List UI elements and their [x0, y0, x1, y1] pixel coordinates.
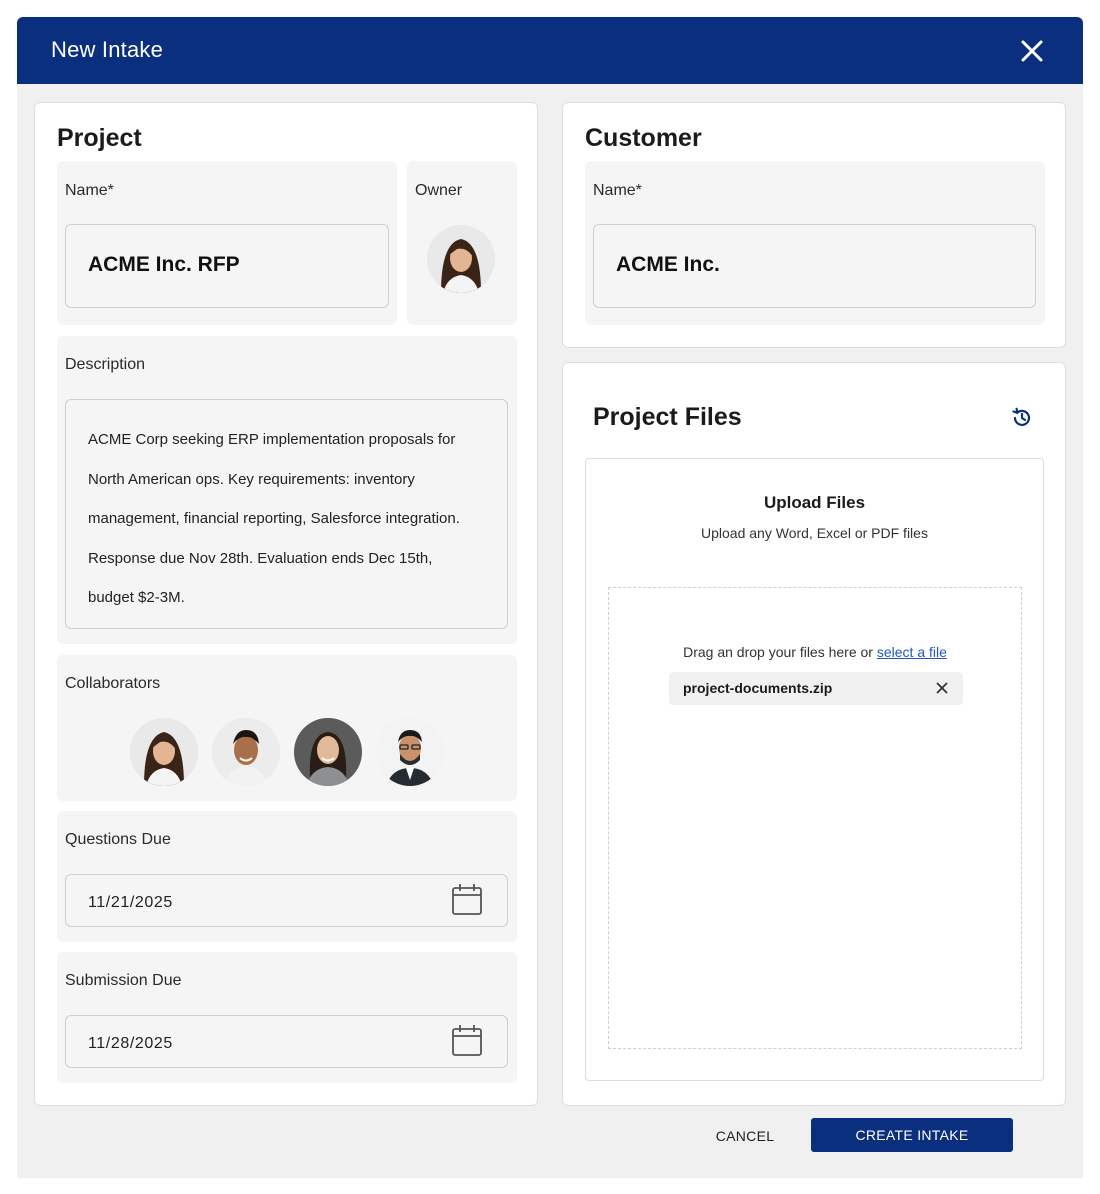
- create-intake-button[interactable]: CREATE INTAKE: [811, 1118, 1013, 1152]
- close-icon[interactable]: [1019, 38, 1045, 64]
- history-icon[interactable]: [1011, 407, 1033, 429]
- questions-due-input[interactable]: 11/21/2025: [65, 874, 508, 927]
- description-line: Response due Nov 28th. Evaluation ends D…: [88, 549, 433, 567]
- project-card: Project Name* ACME Inc. RFP Owner Descri…: [34, 102, 538, 1106]
- upload-box: Upload Files Upload any Word, Excel or P…: [585, 458, 1044, 1081]
- questions-due-label: Questions Due: [65, 831, 171, 848]
- drop-instructions: Drag an drop your files here or select a…: [609, 644, 1021, 660]
- modal-title: New Intake: [51, 37, 164, 62]
- project-name-input[interactable]: ACME Inc. RFP: [65, 224, 389, 308]
- project-files-title: Project Files: [593, 403, 742, 431]
- customer-name-value: ACME Inc.: [616, 253, 720, 276]
- customer-name-field: Name* ACME Inc.: [585, 161, 1045, 325]
- collaborator-avatar-3[interactable]: [294, 718, 362, 786]
- submission-due-value: 11/28/2025: [88, 1035, 173, 1052]
- upload-title: Upload Files: [763, 493, 866, 512]
- submission-due-field: Submission Due 11/28/2025: [57, 952, 517, 1083]
- customer-name-input[interactable]: ACME Inc.: [593, 224, 1036, 308]
- description-field: Description ACME Corp seeking ERP implem…: [57, 336, 517, 644]
- questions-due-value: 11/21/2025: [88, 894, 173, 911]
- file-name: project-documents.zip: [683, 680, 833, 696]
- drop-zone[interactable]: Drag an drop your files here or select a…: [608, 587, 1022, 1049]
- owner-label: Owner: [415, 182, 463, 199]
- submission-due-input[interactable]: 11/28/2025: [65, 1015, 508, 1068]
- cancel-button[interactable]: CANCEL: [697, 1119, 793, 1153]
- questions-due-field: Questions Due 11/21/2025: [57, 811, 517, 942]
- calendar-icon[interactable]: [451, 883, 483, 917]
- project-name-value: ACME Inc. RFP: [88, 253, 240, 276]
- description-label: Description: [65, 356, 146, 373]
- collaborators-label: Collaborators: [65, 675, 161, 692]
- remove-file-icon[interactable]: [935, 681, 949, 695]
- upload-subtitle: Upload any Word, Excel or PDF files: [701, 525, 928, 541]
- description-line: management, financial reporting, Salesfo…: [88, 510, 460, 527]
- collaborators-field: Collaborators: [57, 655, 517, 801]
- submission-due-label: Submission Due: [65, 972, 182, 989]
- customer-card: Customer Name* ACME Inc.: [562, 102, 1066, 348]
- description-line: budget $2-3M.: [88, 589, 185, 606]
- description-textarea[interactable]: ACME Corp seeking ERP implementation pro…: [65, 399, 508, 629]
- owner-field: Owner: [407, 161, 517, 325]
- file-chip: project-documents.zip: [669, 672, 963, 705]
- customer-name-label: Name*: [593, 182, 642, 199]
- modal-header: New Intake: [17, 17, 1083, 84]
- calendar-icon[interactable]: [451, 1024, 483, 1058]
- project-files-card: Project Files Upload Files Upload any Wo…: [562, 362, 1066, 1106]
- description-line: ACME Corp seeking ERP implementation pro…: [88, 431, 456, 448]
- description-line: North American ops. Key requirements: in…: [88, 470, 415, 488]
- collaborator-avatar-2[interactable]: [212, 718, 280, 786]
- collaborator-avatar-4[interactable]: [376, 718, 444, 786]
- customer-title: Customer: [585, 124, 702, 152]
- owner-avatar[interactable]: [427, 225, 495, 293]
- select-file-link[interactable]: select a file: [877, 644, 947, 660]
- collaborator-avatar-1[interactable]: [130, 718, 198, 786]
- new-intake-modal: New Intake Project Name* ACME Inc. RFP O…: [17, 17, 1083, 1178]
- project-title: Project: [57, 124, 142, 152]
- project-name-field: Name* ACME Inc. RFP: [57, 161, 397, 325]
- description-text: ACME Corp seeking ERP implementation pro…: [88, 420, 498, 618]
- drop-text: Drag an drop your files here or: [683, 644, 873, 660]
- project-name-label: Name*: [65, 182, 114, 199]
